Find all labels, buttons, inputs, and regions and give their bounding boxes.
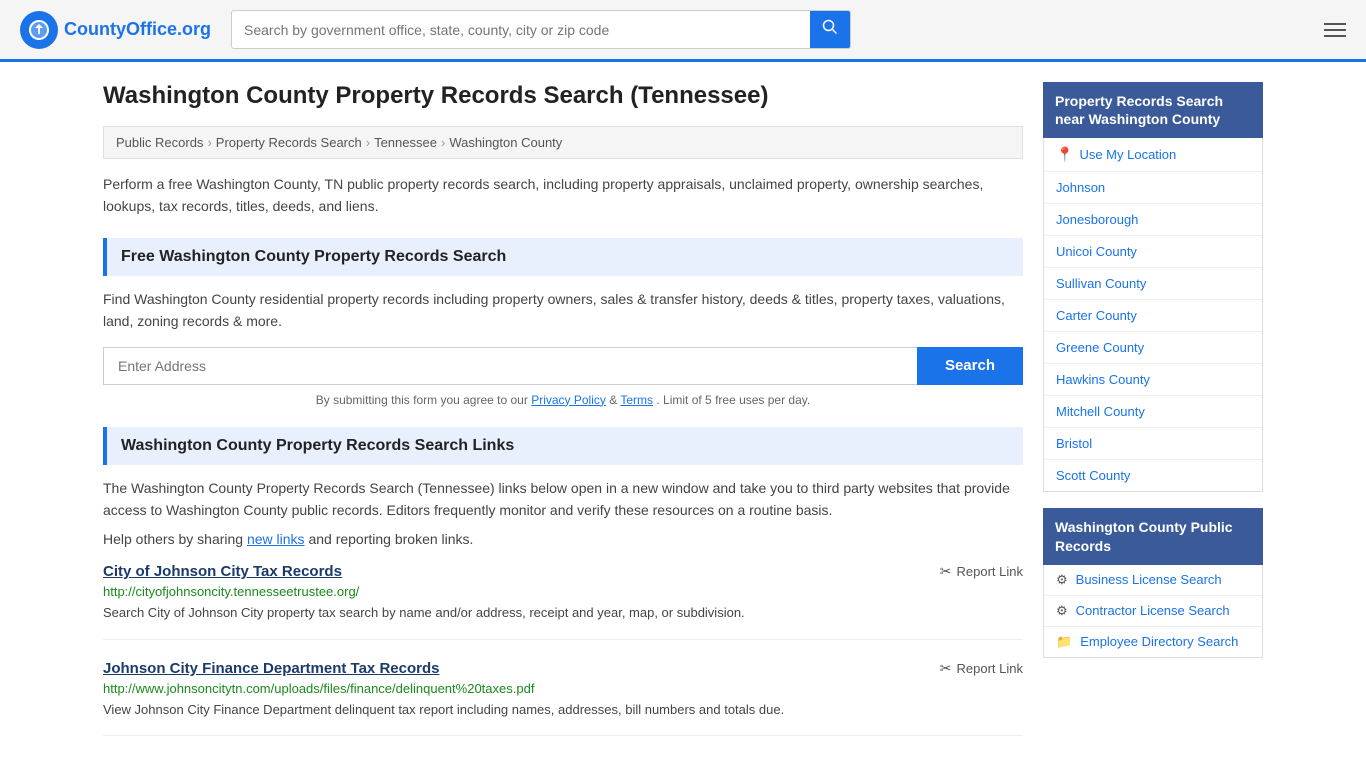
disclaimer-prefix: By submitting this form you agree to our [316,393,528,407]
report-link-button-2[interactable]: ✂ Report Link [940,660,1023,677]
link-url-1[interactable]: http://cityofjohnsoncity.tennesseetruste… [103,584,1023,599]
free-search-header: Free Washington County Property Records … [103,238,1023,276]
sidebar-item-hawkins[interactable]: Hawkins County [1044,364,1262,396]
unicoi-link[interactable]: Unicoi County [1056,244,1137,259]
page-title: Washington County Property Records Searc… [103,82,1023,110]
report-link-label-2: Report Link [957,661,1023,676]
header-search-container [231,10,851,49]
link-title-1[interactable]: City of Johnson City Tax Records [103,563,342,580]
business-license-link[interactable]: Business License Search [1076,572,1222,587]
logo-suffix: .org [177,19,211,39]
sidebar-item-johnson[interactable]: Johnson [1044,172,1262,204]
sidebar-use-location[interactable]: 📍 Use My Location [1044,138,1262,172]
link-url-2[interactable]: http://www.johnsoncitytn.com/uploads/fil… [103,681,1023,696]
new-links-link[interactable]: new links [247,531,305,547]
breadcrumb-sep-1: › [207,135,211,150]
scott-link[interactable]: Scott County [1056,468,1130,483]
logo-brand: CountyOffice [64,19,177,39]
sidebar-item-carter[interactable]: Carter County [1044,300,1262,332]
links-intro: The Washington County Property Records S… [103,477,1023,522]
breadcrumb-property-records[interactable]: Property Records Search [216,135,362,150]
link-item-header-2: Johnson City Finance Department Tax Reco… [103,660,1023,677]
content-area: Washington County Property Records Searc… [103,82,1023,756]
form-disclaimer: By submitting this form you agree to our… [103,393,1023,407]
sidebar-item-jonesborough[interactable]: Jonesborough [1044,204,1262,236]
header: CountyOffice.org [0,0,1366,62]
share-text: Help others by sharing [103,531,243,547]
links-share: Help others by sharing new links and rep… [103,531,1023,547]
folder-icon: 📁 [1056,634,1072,650]
hamburger-menu-icon[interactable] [1324,23,1346,37]
sidebar-nearby-section: Property Records Search near Washington … [1043,82,1263,492]
gear-icon-1: ⚙ [1056,572,1068,588]
breadcrumb-sep-3: › [441,135,445,150]
sidebar-employee-directory[interactable]: 📁 Employee Directory Search [1044,627,1262,657]
main-container: Washington County Property Records Searc… [83,62,1283,776]
link-desc-2: View Johnson City Finance Department del… [103,700,1023,720]
sidebar-contractor-license[interactable]: ⚙ Contractor License Search [1044,596,1262,627]
address-search-row: Search [103,347,1023,385]
terms-link[interactable]: Terms [620,393,653,407]
breadcrumb: Public Records › Property Records Search… [103,126,1023,159]
employee-directory-link[interactable]: Employee Directory Search [1080,634,1238,649]
address-search-button[interactable]: Search [917,347,1023,385]
sidebar-item-scott[interactable]: Scott County [1044,460,1262,491]
jonesborough-link[interactable]: Jonesborough [1056,212,1138,227]
use-my-location-link[interactable]: Use My Location [1079,147,1176,162]
sidebar-item-bristol[interactable]: Bristol [1044,428,1262,460]
links-section: Washington County Property Records Searc… [103,427,1023,737]
link-items-container: City of Johnson City Tax Records ✂ Repor… [103,563,1023,736]
privacy-policy-link[interactable]: Privacy Policy [531,393,606,407]
search-section: Free Washington County Property Records … [103,238,1023,407]
sidebar-public-records-title: Washington County Public Records [1043,508,1263,564]
sidebar-item-greene[interactable]: Greene County [1044,332,1262,364]
sidebar: Property Records Search near Washington … [1043,82,1263,756]
find-text: Find Washington County residential prope… [103,288,1023,333]
greene-link[interactable]: Greene County [1056,340,1144,355]
sidebar-public-records-list: ⚙ Business License Search ⚙ Contractor L… [1043,565,1263,658]
link-desc-1: Search City of Johnson City property tax… [103,603,1023,623]
carter-link[interactable]: Carter County [1056,308,1137,323]
header-search-button[interactable] [810,11,850,48]
sidebar-nearby-list: 📍 Use My Location Johnson Jonesborough U… [1043,138,1263,492]
sidebar-item-mitchell[interactable]: Mitchell County [1044,396,1262,428]
sullivan-link[interactable]: Sullivan County [1056,276,1146,291]
bristol-link[interactable]: Bristol [1056,436,1092,451]
report-link-label-1: Report Link [957,564,1023,579]
location-pin-icon: 📍 [1056,146,1073,163]
links-section-header: Washington County Property Records Searc… [103,427,1023,465]
johnson-link[interactable]: Johnson [1056,180,1105,195]
report-link-button-1[interactable]: ✂ Report Link [940,563,1023,580]
report-icon-1: ✂ [940,563,952,580]
hawkins-link[interactable]: Hawkins County [1056,372,1150,387]
sidebar-public-records-section: Washington County Public Records ⚙ Busin… [1043,508,1263,657]
sidebar-item-sullivan[interactable]: Sullivan County [1044,268,1262,300]
breadcrumb-public-records[interactable]: Public Records [116,135,203,150]
logo-text: CountyOffice.org [64,19,211,40]
gear-icon-2: ⚙ [1056,603,1068,619]
contractor-license-link[interactable]: Contractor License Search [1076,603,1230,618]
link-title-2[interactable]: Johnson City Finance Department Tax Reco… [103,660,439,677]
mitchell-link[interactable]: Mitchell County [1056,404,1145,419]
breadcrumb-washington-county[interactable]: Washington County [449,135,562,150]
intro-text: Perform a free Washington County, TN pub… [103,173,1023,218]
sidebar-nearby-title: Property Records Search near Washington … [1043,82,1263,138]
logo-area[interactable]: CountyOffice.org [20,11,211,49]
address-input[interactable] [103,347,917,385]
sidebar-business-license[interactable]: ⚙ Business License Search [1044,565,1262,596]
breadcrumb-sep-2: › [366,135,370,150]
share-suffix-text: and reporting broken links. [308,531,473,547]
link-item: City of Johnson City Tax Records ✂ Repor… [103,563,1023,640]
breadcrumb-tennessee[interactable]: Tennessee [374,135,437,150]
sidebar-item-unicoi[interactable]: Unicoi County [1044,236,1262,268]
logo-icon [20,11,58,49]
link-item: Johnson City Finance Department Tax Reco… [103,660,1023,737]
link-item-header: City of Johnson City Tax Records ✂ Repor… [103,563,1023,580]
disclaimer-amp: & [609,393,620,407]
header-search-input[interactable] [232,14,810,46]
report-icon-2: ✂ [940,660,952,677]
disclaimer-suffix: . Limit of 5 free uses per day. [656,393,810,407]
